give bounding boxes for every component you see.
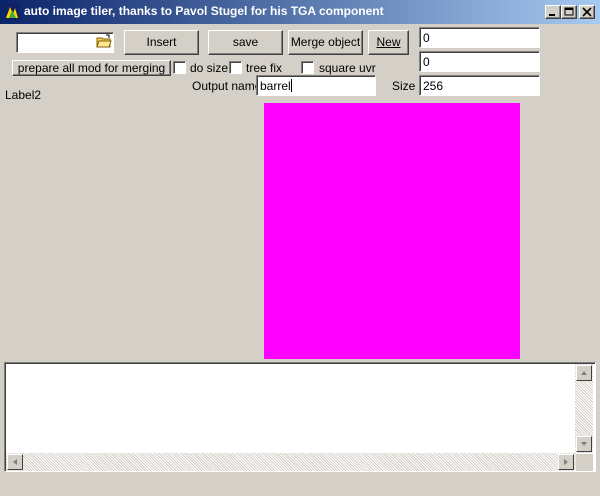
insert-button[interactable]: Insert <box>124 30 199 55</box>
log-text <box>7 365 575 453</box>
minimize-button[interactable] <box>545 5 561 19</box>
output-name-value: barrel <box>260 79 291 93</box>
text-caret <box>290 79 292 92</box>
tree-fix-label: tree fix <box>246 61 283 75</box>
size-label: Size <box>392 79 416 93</box>
square-uvr-label: square uvr <box>319 61 376 75</box>
arrow-up-icon <box>581 371 587 375</box>
size-input[interactable]: 256 <box>419 75 540 96</box>
value2-field[interactable]: 0 <box>419 51 540 72</box>
app-icon <box>4 4 20 20</box>
value1-field[interactable]: 0 <box>419 27 540 48</box>
arrow-down-icon <box>581 442 587 446</box>
window-title: auto image tiler, thanks to Pavol Stugel… <box>24 4 384 18</box>
size-value: 256 <box>423 79 444 93</box>
open-folder-icon[interactable] <box>96 34 112 50</box>
texture-preview <box>264 103 520 359</box>
arrow-right-icon <box>564 459 568 465</box>
prepare-merge-button[interactable]: prepare all mod for merging <box>12 60 171 76</box>
output-name-input[interactable]: barrel <box>256 75 376 96</box>
status-label: Label2 <box>5 88 42 102</box>
close-button[interactable] <box>579 5 595 19</box>
value2-text: 0 <box>423 55 430 69</box>
merge-object-button[interactable]: Merge object <box>288 30 363 55</box>
square-uvr-checkbox[interactable] <box>301 61 314 74</box>
log-memo[interactable] <box>4 362 596 472</box>
tree-fix-checkbox[interactable] <box>229 61 242 74</box>
do-size-checkbox[interactable] <box>173 61 186 74</box>
minimize-icon <box>549 14 555 16</box>
save-button[interactable]: save <box>208 30 283 55</box>
scroll-up-button[interactable] <box>576 365 592 381</box>
scrollbar-corner <box>576 454 593 471</box>
maximize-button[interactable] <box>561 5 577 19</box>
new-button[interactable]: New <box>368 30 409 55</box>
horizontal-scrollbar[interactable] <box>6 453 576 471</box>
close-icon <box>582 7 592 17</box>
maximize-icon <box>564 7 574 16</box>
arrow-left-icon <box>13 459 17 465</box>
value1-text: 0 <box>423 31 430 45</box>
scroll-down-button[interactable] <box>576 436 592 452</box>
do-size-label: do size <box>190 61 229 75</box>
output-name-label: Output name <box>192 79 262 93</box>
scroll-right-button[interactable] <box>558 454 574 470</box>
scroll-left-button[interactable] <box>7 454 23 470</box>
